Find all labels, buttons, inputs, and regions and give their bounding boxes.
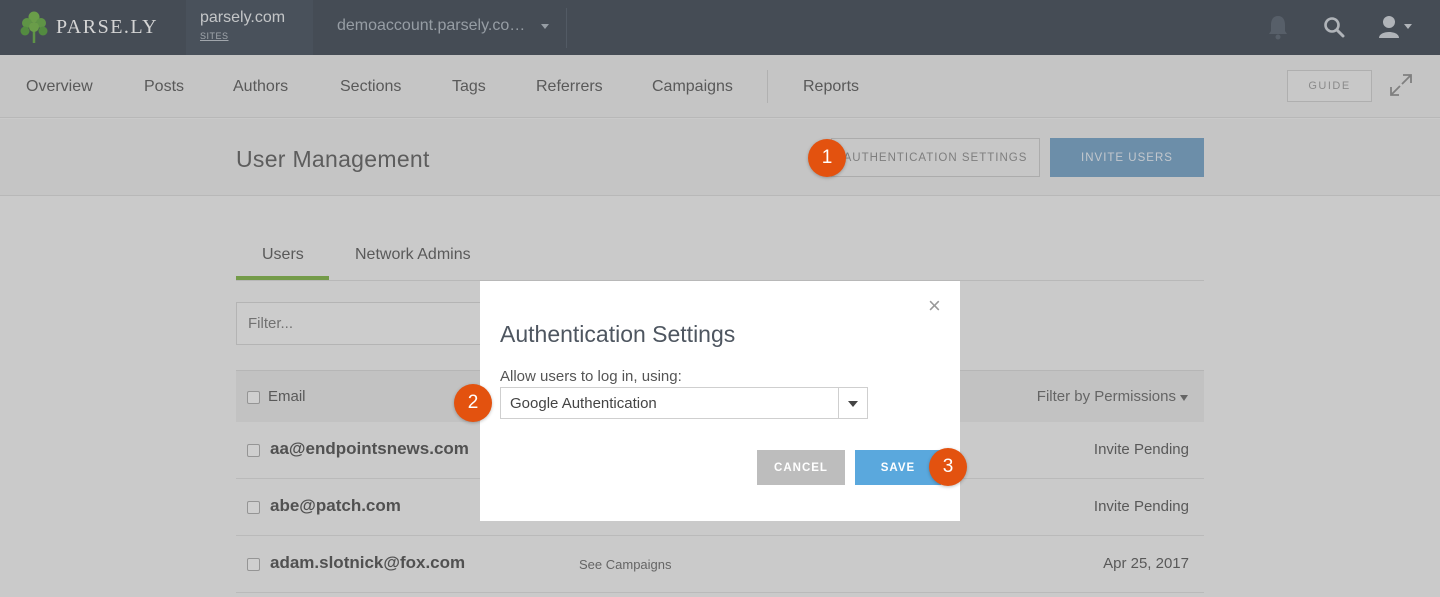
authentication-settings-modal: × Authentication Settings Allow users to… (480, 281, 960, 521)
step-badge-2: 2 (454, 384, 492, 422)
chevron-down-icon[interactable] (848, 401, 858, 407)
login-method-label: Allow users to log in, using: (500, 368, 682, 385)
modal-title: Authentication Settings (500, 321, 736, 347)
cancel-button[interactable]: CANCEL (757, 450, 845, 485)
step-badge-1: 1 (808, 139, 846, 177)
select-value: Google Authentication (510, 395, 657, 412)
close-icon[interactable]: × (928, 293, 941, 319)
login-method-select[interactable]: Google Authentication (500, 387, 868, 419)
step-badge-3: 3 (929, 448, 967, 486)
select-divider (838, 388, 839, 418)
